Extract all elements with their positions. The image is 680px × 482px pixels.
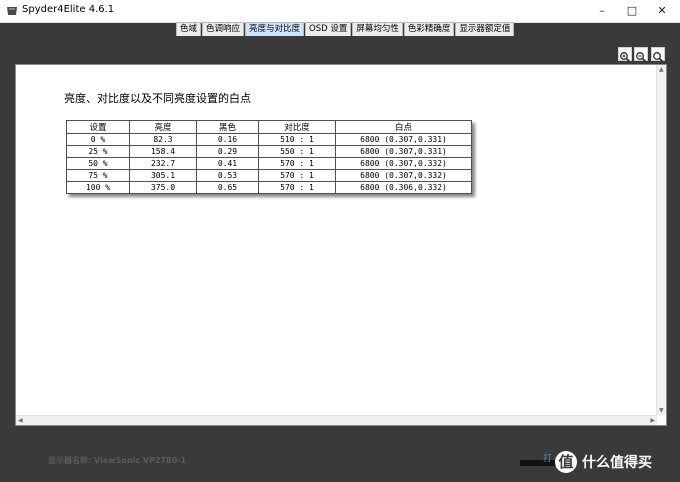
- footer-button[interactable]: 打: [543, 451, 552, 464]
- table-cell: 305.1: [129, 169, 197, 182]
- table-cell: 510 : 1: [258, 133, 336, 146]
- column-header: 黑色: [196, 120, 259, 134]
- zoom-fit-button[interactable]: [651, 47, 665, 63]
- table-cell: 25 %: [66, 145, 130, 158]
- column-header: 设置: [66, 120, 130, 134]
- tab-gamut[interactable]: 色域: [176, 22, 202, 36]
- app-icon: [7, 7, 17, 15]
- tab-screen-uniformity[interactable]: 屏幕均匀性: [352, 22, 403, 36]
- table-cell: 6800 (0.307,0.332): [335, 169, 472, 182]
- table-cell: 82.3: [129, 133, 197, 146]
- scroll-up-icon[interactable]: ▲: [659, 66, 664, 73]
- table-row: 0 % 82.3 0.16 510 : 1 6800 (0.307,0.331): [66, 133, 472, 146]
- tab-display-rating[interactable]: 显示器额定值: [455, 22, 515, 36]
- zoom-in-icon: [620, 52, 631, 63]
- report-heading: 亮度、对比度以及不同亮度设置的白点: [64, 92, 251, 105]
- table-cell: 0.53: [196, 169, 259, 182]
- table-cell: 6800 (0.306,0.332): [335, 181, 472, 194]
- scroll-right-icon[interactable]: ▶: [650, 417, 655, 424]
- table-cell: 570 : 1: [258, 181, 336, 194]
- table-row: 75 % 305.1 0.53 570 : 1 6800 (0.307,0.33…: [66, 169, 472, 182]
- table-cell: 0.29: [196, 145, 259, 158]
- table-cell: 75 %: [66, 169, 130, 182]
- maximize-icon: □: [626, 4, 638, 17]
- vertical-scrollbar[interactable]: ▲ ▼: [656, 65, 666, 415]
- tab-osd-settings[interactable]: OSD 设置: [305, 22, 352, 36]
- zoom-out-button[interactable]: [634, 47, 648, 63]
- scroll-down-icon[interactable]: ▼: [659, 407, 664, 414]
- display-name-label: 显示器名称: ViewSonic VP2780-1: [48, 456, 187, 465]
- table-cell: 570 : 1: [258, 157, 336, 170]
- minimize-button[interactable]: –: [586, 0, 618, 22]
- table-row: 50 % 232.7 0.41 570 : 1 6800 (0.307,0.33…: [66, 157, 472, 170]
- minimize-icon: –: [599, 4, 605, 17]
- table-cell: 6800 (0.307,0.332): [335, 157, 472, 170]
- zoom-fit-icon: [653, 52, 664, 63]
- report-panel: 亮度、对比度以及不同亮度设置的白点 设置 亮度 黑色 对比度 白点 0 % 82…: [15, 64, 667, 426]
- zoom-out-icon: [636, 52, 647, 63]
- column-header: 亮度: [129, 120, 197, 134]
- maximize-button[interactable]: □: [616, 0, 648, 22]
- report-tabs: 色域 色调响应 亮度与对比度 OSD 设置 屏幕均匀性 色彩精确度 显示器额定值: [176, 22, 515, 36]
- tab-tone-response[interactable]: 色调响应: [202, 22, 245, 36]
- zoom-in-button[interactable]: [618, 47, 632, 63]
- watermark-logo-icon: 值: [555, 451, 577, 473]
- tab-brightness-contrast[interactable]: 亮度与对比度: [245, 22, 305, 36]
- watermark-text: 什么值得买: [582, 455, 652, 471]
- close-icon: ✕: [657, 4, 667, 17]
- table-cell: 232.7: [129, 157, 197, 170]
- column-header: 白点: [335, 120, 472, 134]
- watermark: 值 什么值得买: [555, 451, 652, 473]
- table-cell: 50 %: [66, 157, 130, 170]
- title-bar: Spyder4Elite 4.6.1 – □ ✕: [0, 0, 680, 23]
- table-header-row: 设置 亮度 黑色 对比度 白点: [66, 120, 472, 134]
- horizontal-scrollbar[interactable]: ◀ ▶: [16, 415, 657, 425]
- table-cell: 0.65: [196, 181, 259, 194]
- table-cell: 0 %: [66, 133, 130, 146]
- close-button[interactable]: ✕: [646, 0, 678, 22]
- window-title: Spyder4Elite 4.6.1: [22, 4, 115, 15]
- table-cell: 0.41: [196, 157, 259, 170]
- table-cell: 158.4: [129, 145, 197, 158]
- table-cell: 6800 (0.307,0.331): [335, 133, 472, 146]
- table-cell: 570 : 1: [258, 169, 336, 182]
- table-cell: 100 %: [66, 181, 130, 194]
- table-cell: 6800 (0.307,0.331): [335, 145, 472, 158]
- table-row: 25 % 158.4 0.29 550 : 1 6800 (0.307,0.33…: [66, 145, 472, 158]
- scroll-left-icon[interactable]: ◀: [18, 417, 23, 424]
- brightness-table: 设置 亮度 黑色 对比度 白点 0 % 82.3 0.16 510 : 1 68…: [66, 120, 472, 194]
- table-cell: 550 : 1: [258, 145, 336, 158]
- table-row: 100 % 375.0 0.65 570 : 1 6800 (0.306,0.3…: [66, 181, 472, 194]
- table-cell: 375.0: [129, 181, 197, 194]
- column-header: 对比度: [258, 120, 336, 134]
- tab-color-accuracy[interactable]: 色彩精确度: [403, 22, 455, 36]
- table-cell: 0.16: [196, 133, 259, 146]
